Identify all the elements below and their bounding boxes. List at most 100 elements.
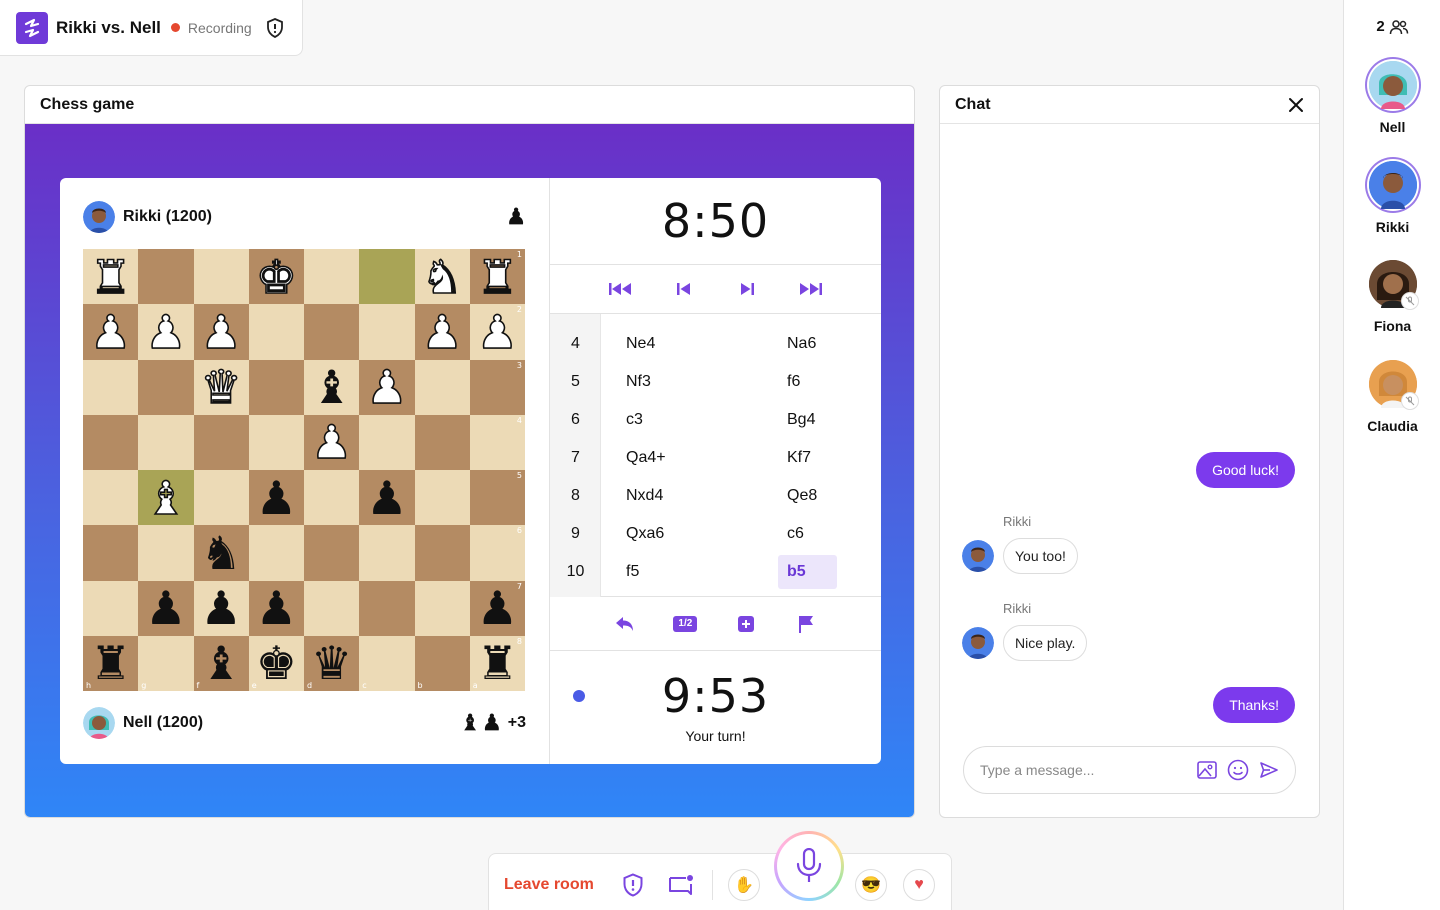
board-square[interactable] [83,525,139,581]
board-square[interactable] [359,580,415,636]
board-square[interactable]: ♝ [138,470,194,526]
black-pawn-icon[interactable]: ♟ [256,585,297,631]
first-move-button[interactable] [606,277,636,301]
white-queen-icon[interactable]: ♛ [200,363,243,411]
white-rook-icon[interactable]: ♜ [476,253,519,301]
black-move[interactable]: Na6 [778,327,837,361]
offer-draw-button[interactable]: 1/2 [671,612,699,636]
microphone-button[interactable] [774,831,844,901]
white-pawn-icon[interactable]: ♟ [421,308,464,356]
board-square[interactable]: ♟ [248,470,304,526]
black-pawn-icon[interactable]: ♟ [477,585,518,631]
board-square[interactable]: b [414,635,470,691]
participant-fiona[interactable]: Fiona [1344,260,1440,334]
black-pawn-icon[interactable]: ♟ [256,475,297,521]
last-move-button[interactable] [795,277,825,301]
next-move-button[interactable] [732,277,762,301]
participant-count[interactable]: 2 [1344,18,1440,35]
black-king-icon[interactable]: ♚ [256,640,297,686]
shield-icon[interactable] [266,17,284,38]
board-square[interactable] [304,470,360,526]
white-king-icon[interactable]: ♚ [255,253,298,301]
emoji-icon[interactable] [1227,759,1249,781]
board-square[interactable] [248,414,304,470]
react-cool-button[interactable]: 😎 [855,869,887,901]
board-square[interactable] [359,249,415,305]
board-square[interactable]: ♟ [359,359,415,415]
raise-hand-button[interactable]: ✋ [728,869,760,901]
black-bishop-icon[interactable]: ♝ [311,364,352,410]
white-knight-icon[interactable]: ♞ [421,253,464,301]
board-square[interactable]: ♝ f [193,635,249,691]
board-square[interactable] [193,249,249,305]
white-move[interactable]: Ne4 [626,335,655,353]
board-square[interactable]: g [138,635,194,691]
screen-share-button[interactable] [666,870,696,900]
white-pawn-icon[interactable]: ♟ [89,308,132,356]
participant-rikki[interactable]: Rikki [1344,161,1440,235]
white-rook-icon[interactable]: ♜ [89,253,132,301]
black-pawn-icon[interactable]: ♟ [145,585,186,631]
black-move[interactable]: Kf7 [778,441,837,475]
white-move[interactable]: Nf3 [626,373,651,391]
board-square[interactable] [414,414,470,470]
black-move[interactable]: Bg4 [778,403,837,437]
board-square[interactable] [83,470,139,526]
board-square[interactable]: ♟ 2 [469,304,525,360]
black-rook-icon[interactable]: ♜ [477,640,518,686]
board-square[interactable]: ♚ e [248,635,304,691]
board-square[interactable]: c [359,635,415,691]
white-pawn-icon[interactable]: ♟ [200,308,243,356]
white-move[interactable]: c3 [626,411,643,429]
board-square[interactable]: ♟ [138,304,194,360]
board-square[interactable]: ♟ [359,470,415,526]
board-square[interactable]: ♞ [193,525,249,581]
white-move[interactable]: Qa4+ [626,449,666,467]
board-square[interactable] [248,359,304,415]
safety-button[interactable] [618,870,648,900]
board-square[interactable]: 6 [469,525,525,581]
black-move[interactable]: Qe8 [778,479,837,513]
board-square[interactable] [304,304,360,360]
black-move[interactable]: c6 [778,517,837,551]
board-square[interactable] [304,249,360,305]
send-icon[interactable] [1259,761,1279,779]
white-pawn-icon[interactable]: ♟ [310,419,353,467]
board-square[interactable]: ♝ [304,359,360,415]
board-square[interactable] [138,249,194,305]
message-input[interactable] [980,762,1180,778]
board-square[interactable]: ♟ 7 [469,580,525,636]
black-pawn-icon[interactable]: ♟ [366,475,407,521]
board-square[interactable] [138,359,194,415]
board-square[interactable] [193,414,249,470]
board-square[interactable] [83,359,139,415]
chess-board[interactable]: ♜ ♚ ♞ ♜ 1 ♟ ♟ ♟ ♟ ♟ 2 ♛ ♝ ♟ 3 ♟ 4 ♝ ♟ ♟ 5 ♞ 6 ♟ ♟ ♟ ♟ 7 ♜ h g ♝ f ♚ e ♛ d c b ♜… [83,249,525,691]
black-pawn-icon[interactable]: ♟ [201,585,242,631]
board-square[interactable]: ♜ 8 a [469,635,525,691]
black-move[interactable]: b5 [778,555,837,589]
participant-nell[interactable]: Nell [1344,61,1440,135]
board-square[interactable] [414,580,470,636]
white-bishop-icon[interactable]: ♝ [144,474,187,522]
board-square[interactable]: ♟ [414,304,470,360]
board-square[interactable]: ♟ [304,414,360,470]
image-icon[interactable] [1197,761,1217,779]
board-square[interactable]: ♛ [193,359,249,415]
board-square[interactable]: ♟ [138,580,194,636]
board-square[interactable]: 3 [469,359,525,415]
board-square[interactable] [304,580,360,636]
black-rook-icon[interactable]: ♜ [90,640,131,686]
black-bishop-icon[interactable]: ♝ [201,640,242,686]
close-icon[interactable] [1287,96,1305,114]
react-heart-button[interactable]: ♥ [903,869,935,901]
white-pawn-icon[interactable]: ♟ [476,308,519,356]
board-square[interactable] [138,525,194,581]
white-pawn-icon[interactable]: ♟ [365,363,408,411]
board-square[interactable]: ♞ [414,249,470,305]
previous-move-button[interactable] [669,277,699,301]
board-square[interactable] [414,525,470,581]
board-square[interactable]: ♟ [83,304,139,360]
board-square[interactable] [359,525,415,581]
white-pawn-icon[interactable]: ♟ [144,308,187,356]
leave-room-button[interactable]: Leave room [504,876,594,894]
